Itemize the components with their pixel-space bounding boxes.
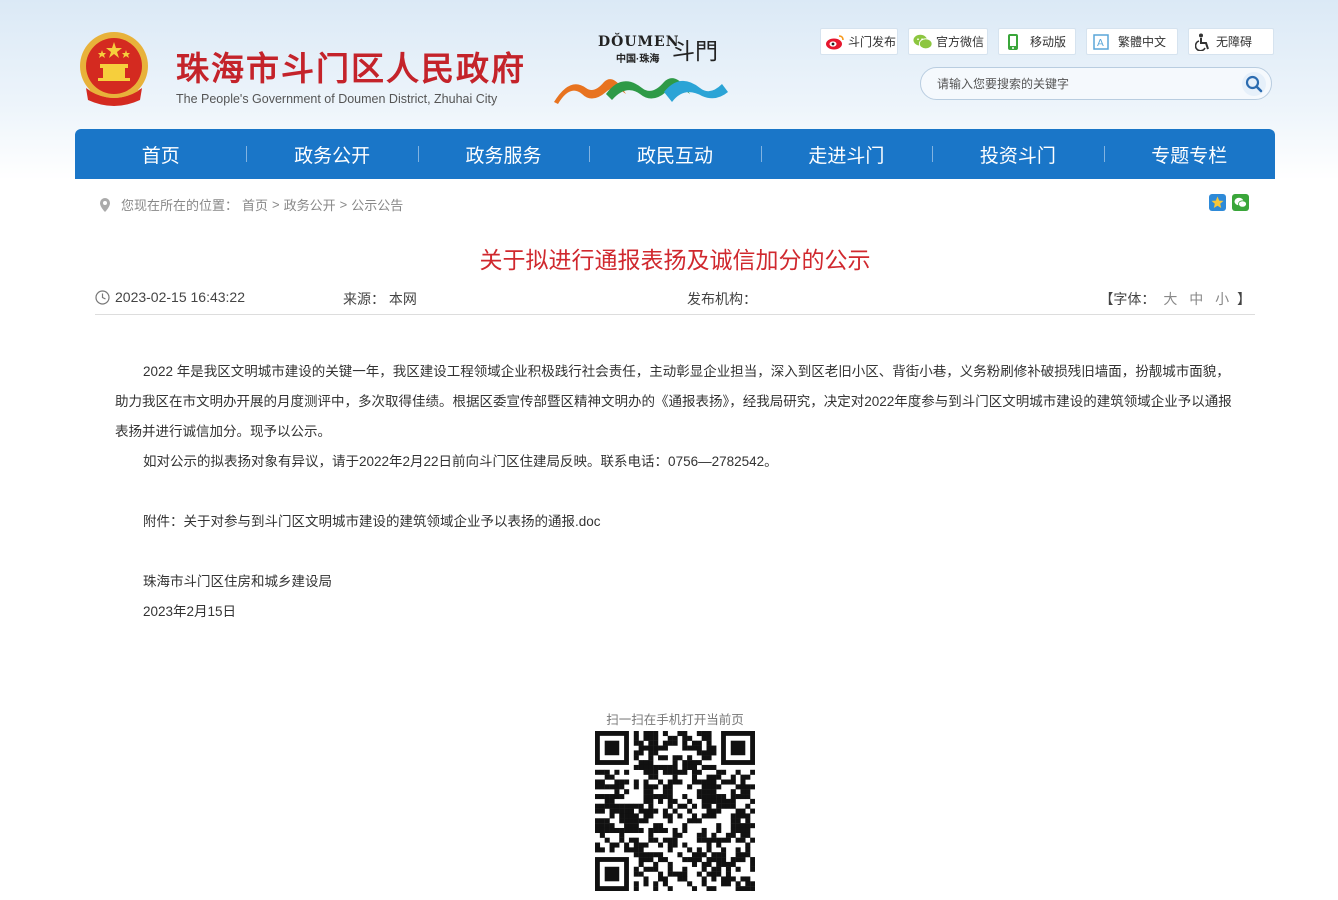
article-meta: 2023-02-15 16:43:22 来源： 本网 发布机构： 【字体： 大 … [95,287,1255,315]
qr-code-label: 扫一扫在手机打开当前页 [606,713,744,727]
article-body: 2022 年是我区文明城市建设的关键一年，我区建设工程领域企业积极践行社会责任，… [115,357,1235,627]
clock-icon [95,289,110,305]
nav-about-doumen[interactable]: 走进斗门 [760,129,932,179]
nav-public-interaction[interactable]: 政民互动 [589,129,760,179]
breadcrumb-government-affairs[interactable]: 政务公开 [284,195,336,214]
toplink-label: 斗门发布 [848,35,897,49]
article-date: 2023-02-15 16:43:22 [95,289,245,305]
logo-english-text: DŎUMEN [598,34,680,50]
nav-special-topics[interactable]: 专题专栏 [1103,129,1275,179]
toplink-accessibility[interactable]: 无障碍 [1188,28,1274,55]
search-input[interactable] [937,74,1237,94]
source-value: 本网 [388,291,417,307]
search-box [920,67,1272,100]
breadcrumb: 您现在所在的位置： 首页 > 政务公开 > 公示公告 [99,195,407,214]
source-label: 来源： [343,291,385,307]
qzone-share-icon[interactable] [1209,194,1226,211]
nav-home[interactable]: 首页 [75,129,246,179]
site-title[interactable]: 珠海市斗门区人民政府 [176,42,526,90]
nav-government-services[interactable]: 政务服务 [417,129,589,179]
toplink-weibo[interactable]: 斗门发布 [820,28,898,55]
font-size-end: 】 [1237,291,1251,307]
breadcrumb-home[interactable]: 首页 [242,195,268,214]
toplink-label: 繁體中文 [1118,35,1167,49]
nav-government-affairs-disclosure[interactable]: 政务公开 [246,129,417,179]
article-paragraph: 2022 年是我区文明城市建设的关键一年，我区建设工程领域企业积极践行社会责任，… [115,364,1232,439]
weibo-icon [825,33,845,51]
mobile-icon [1003,33,1023,51]
font-size-medium[interactable]: 中 [1189,291,1203,307]
toplink-traditional[interactable]: A 繁體中文 [1086,28,1178,55]
traditional-chinese-icon: A [1091,33,1111,51]
article-title: 关于拟进行通报表扬及诚信加分的公示 [479,247,871,273]
font-size-small[interactable]: 小 [1215,291,1229,307]
article-date-text: 2023-02-15 16:43:22 [115,289,245,305]
breadcrumb-separator: > [339,197,348,212]
breadcrumb-prefix: 您现在所在的位置： [121,198,239,213]
logo-calligraphy-text: 斗門 [672,39,718,65]
article-sign-date: 2023年2月15日 [143,604,237,619]
nav-invest-doumen[interactable]: 投资斗门 [932,129,1103,179]
article-attachment-link[interactable]: 附件：关于对参与到斗门区文明城市建设的建筑领域企业予以表扬的通报.doc [115,507,1235,537]
content-area: 您现在所在的位置： 首页 > 政务公开 > 公示公告 关于拟进行通报表扬及诚信加… [75,179,1275,900]
wechat-icon [913,33,933,51]
qr-code-image [595,731,755,891]
wechat-share-icon[interactable] [1232,194,1249,211]
publisher-label: 发布机构： [687,291,757,307]
toplink-label: 移动版 [1030,35,1067,49]
main-nav: 首页 政务公开 政务服务 政民互动 走进斗门 投资斗门 专题专栏 [75,129,1275,179]
header: 珠海市斗门区人民政府 The People's Government of Do… [0,0,1338,130]
article-source: 来源： 本网 [343,289,417,309]
toplink-label: 官方微信 [936,35,985,49]
search-icon[interactable] [1241,71,1267,97]
national-emblem-icon [80,32,148,106]
article-publisher: 发布机构： [687,289,757,309]
breadcrumb-separator: > [272,197,280,212]
svg-text:A: A [1097,38,1104,49]
font-size-label: 【字体： [1099,291,1156,307]
toplink-wechat[interactable]: 官方微信 [908,28,988,55]
article-paragraph: 如对公示的拟表扬对象有异议，请于2022年2月22日前向斗门区住建局反映。联系电… [143,454,778,469]
font-size-large[interactable]: 大 [1163,291,1177,307]
toplink-label: 无障碍 [1216,35,1253,49]
breadcrumb-announcements[interactable]: 公示公告 [351,195,403,214]
font-size-switcher: 【字体： 大 中 小 】 [1099,289,1251,309]
site-subtitle: The People's Government of Doumen Distri… [176,92,498,106]
toplink-mobile[interactable]: 移动版 [998,28,1076,55]
logo-chinese-text: 中国·珠海 [616,54,660,65]
article-signature: 珠海市斗门区住房和城乡建设局 [143,574,332,589]
location-pin-icon [100,197,110,212]
share-buttons [1209,194,1249,211]
accessibility-icon [1193,33,1213,51]
